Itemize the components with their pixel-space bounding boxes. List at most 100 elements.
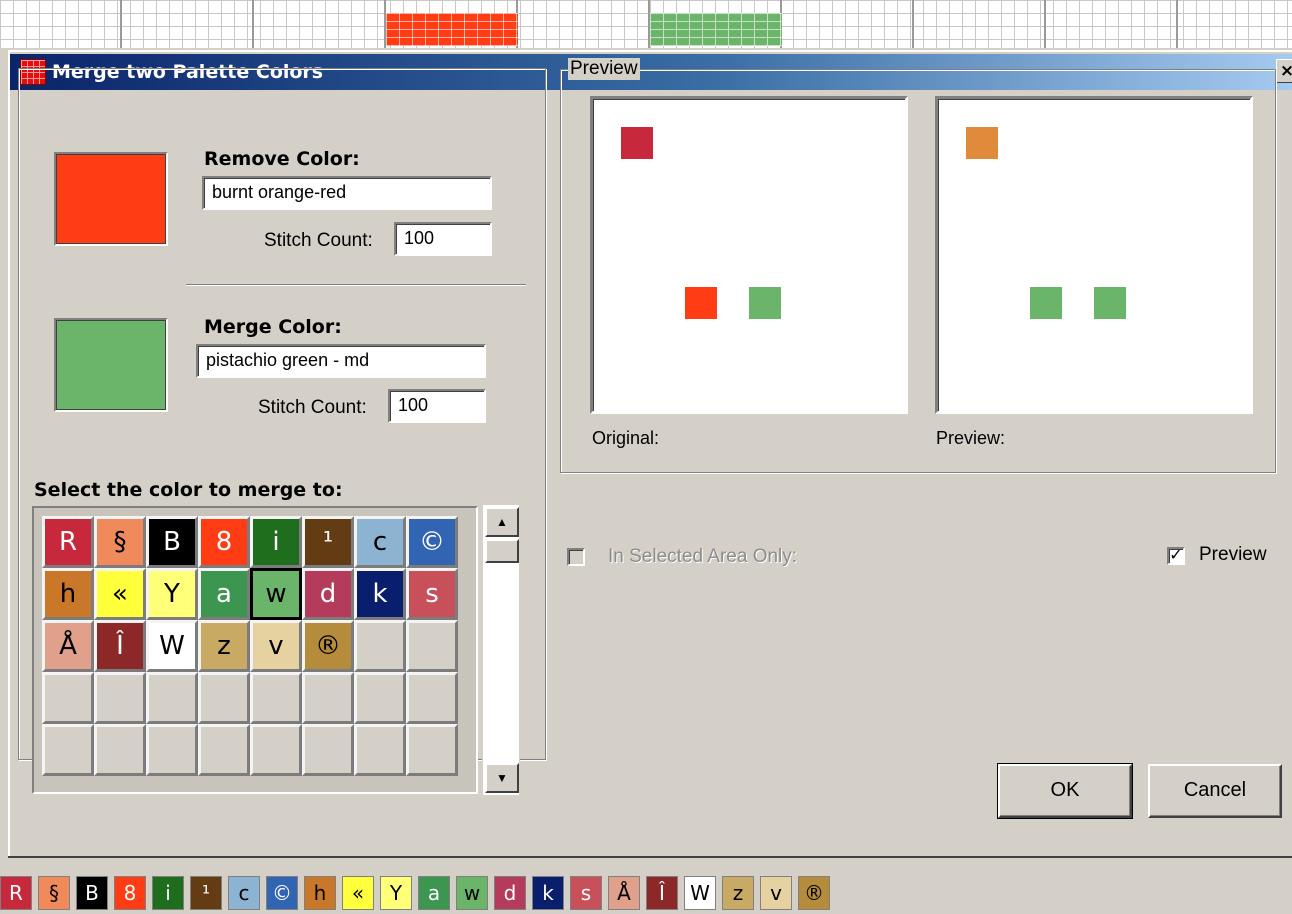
palette-scrollbar[interactable]: ▲ ▼: [482, 504, 520, 796]
merge-color-label: Merge Color:: [204, 316, 342, 338]
scroll-down-button[interactable]: ▼: [485, 763, 519, 793]
palette-cell[interactable]: W: [146, 620, 198, 672]
strip-chip[interactable]: Å: [608, 876, 640, 910]
merge-color-name-field[interactable]: pistachio green - md: [196, 344, 486, 378]
strip-chip[interactable]: a: [418, 876, 450, 910]
preview-stitch: [1030, 287, 1062, 319]
strip-chip[interactable]: R: [0, 876, 32, 910]
strip-chip[interactable]: s: [570, 876, 602, 910]
palette-cell-empty[interactable]: [406, 724, 458, 776]
palette-caption: Select the color to merge to:: [34, 479, 343, 501]
strip-chip[interactable]: «: [342, 876, 374, 910]
palette-cell-empty[interactable]: [406, 620, 458, 672]
bg-green-block: [650, 13, 782, 46]
selected-area-checkbox[interactable]: [567, 548, 585, 566]
scroll-up-button[interactable]: ▲: [485, 507, 519, 537]
strip-chip[interactable]: §: [38, 876, 70, 910]
palette-cell-empty[interactable]: [354, 724, 406, 776]
bg-orange-block: [386, 13, 518, 46]
strip-chip[interactable]: W: [684, 876, 716, 910]
close-button[interactable]: ×: [1276, 59, 1292, 83]
strip-chip[interactable]: 8: [114, 876, 146, 910]
palette-cell[interactable]: v: [250, 620, 302, 672]
scroll-thumb[interactable]: [485, 539, 519, 563]
palette-cell[interactable]: R: [42, 516, 94, 568]
preview-group-legend: Preview: [568, 58, 640, 80]
palette-cell-empty[interactable]: [250, 724, 302, 776]
preview-label: Preview:: [936, 428, 1006, 448]
remove-color-swatch: [54, 152, 168, 246]
strip-chip[interactable]: B: [76, 876, 108, 910]
background-grid: [0, 0, 1292, 48]
remove-stitch-count-field[interactable]: 100: [394, 222, 492, 256]
palette-cell-empty[interactable]: [250, 672, 302, 724]
palette-cell[interactable]: a: [198, 568, 250, 620]
remove-stitch-count-label: Stitch Count:: [264, 230, 373, 251]
preview-stitch: [1094, 287, 1126, 319]
strip-chip[interactable]: w: [456, 876, 488, 910]
preview-canvas: [935, 96, 1253, 414]
strip-chip[interactable]: i: [152, 876, 184, 910]
strip-chip[interactable]: h: [304, 876, 336, 910]
palette-cell-empty[interactable]: [42, 672, 94, 724]
palette-cell[interactable]: h: [42, 568, 94, 620]
strip-chip[interactable]: v: [760, 876, 792, 910]
palette-strip: R § B 8 i ¹ c © h «Ya w d k s Å Î Wz v ®: [0, 876, 836, 912]
palette-cell[interactable]: B: [146, 516, 198, 568]
palette-cell[interactable]: Å: [42, 620, 94, 672]
preview-stitch: [685, 287, 717, 319]
strip-chip[interactable]: c: [228, 876, 260, 910]
palette-cell-empty[interactable]: [94, 724, 146, 776]
palette-cell-empty[interactable]: [146, 724, 198, 776]
strip-chip[interactable]: k: [532, 876, 564, 910]
palette-grid: R § B 8 i ¹ c © h «Ya w d k s Å Î Wz v ®: [42, 516, 458, 776]
palette-cell[interactable]: ®: [302, 620, 354, 672]
strip-chip[interactable]: d: [494, 876, 526, 910]
strip-chip[interactable]: ®: [798, 876, 830, 910]
palette-cell-empty[interactable]: [354, 672, 406, 724]
strip-chip[interactable]: Y: [380, 876, 412, 910]
palette-cell-empty[interactable]: [42, 724, 94, 776]
palette-cell[interactable]: 8: [198, 516, 250, 568]
palette-cell-empty[interactable]: [198, 672, 250, 724]
preview-checkbox[interactable]: ✓: [1167, 547, 1185, 565]
palette-cell-empty[interactable]: [354, 620, 406, 672]
palette-cell[interactable]: ©: [406, 516, 458, 568]
remove-color-label: Remove Color:: [204, 148, 360, 170]
palette-cell-empty[interactable]: [302, 672, 354, 724]
palette-cell[interactable]: z: [198, 620, 250, 672]
original-canvas: [590, 96, 908, 414]
merge-stitch-count-label: Stitch Count:: [258, 397, 367, 418]
preview-stitch: [749, 287, 781, 319]
ok-button[interactable]: OK: [997, 763, 1133, 819]
remove-color-name-field[interactable]: burnt orange-red: [202, 176, 492, 210]
palette-cell-empty[interactable]: [406, 672, 458, 724]
palette-cell[interactable]: i: [250, 516, 302, 568]
palette-cell[interactable]: §: [94, 516, 146, 568]
palette-cell[interactable]: d: [302, 568, 354, 620]
cancel-button[interactable]: Cancel: [1148, 764, 1282, 818]
palette-cell-empty[interactable]: [94, 672, 146, 724]
separator: [186, 284, 526, 286]
preview-stitch: [966, 127, 998, 159]
strip-chip[interactable]: Î: [646, 876, 678, 910]
palette-cell-empty[interactable]: [198, 724, 250, 776]
palette-cell-empty[interactable]: [302, 724, 354, 776]
merge-color-swatch: [54, 318, 168, 412]
merge-stitch-count-field[interactable]: 100: [388, 389, 486, 423]
palette-cell[interactable]: w: [250, 568, 302, 620]
palette-cell[interactable]: k: [354, 568, 406, 620]
palette-cell[interactable]: ¹: [302, 516, 354, 568]
preview-checkbox-label: Preview: [1199, 544, 1267, 565]
strip-chip[interactable]: z: [722, 876, 754, 910]
palette-cell[interactable]: c: [354, 516, 406, 568]
strip-chip[interactable]: ¹: [190, 876, 222, 910]
palette-cell[interactable]: «: [94, 568, 146, 620]
strip-chip[interactable]: ©: [266, 876, 298, 910]
preview-stitch: [621, 127, 653, 159]
selected-area-label: In Selected Area Only:: [608, 546, 798, 567]
palette-cell[interactable]: Y: [146, 568, 198, 620]
palette-cell[interactable]: s: [406, 568, 458, 620]
palette-cell[interactable]: Î: [94, 620, 146, 672]
palette-cell-empty[interactable]: [146, 672, 198, 724]
